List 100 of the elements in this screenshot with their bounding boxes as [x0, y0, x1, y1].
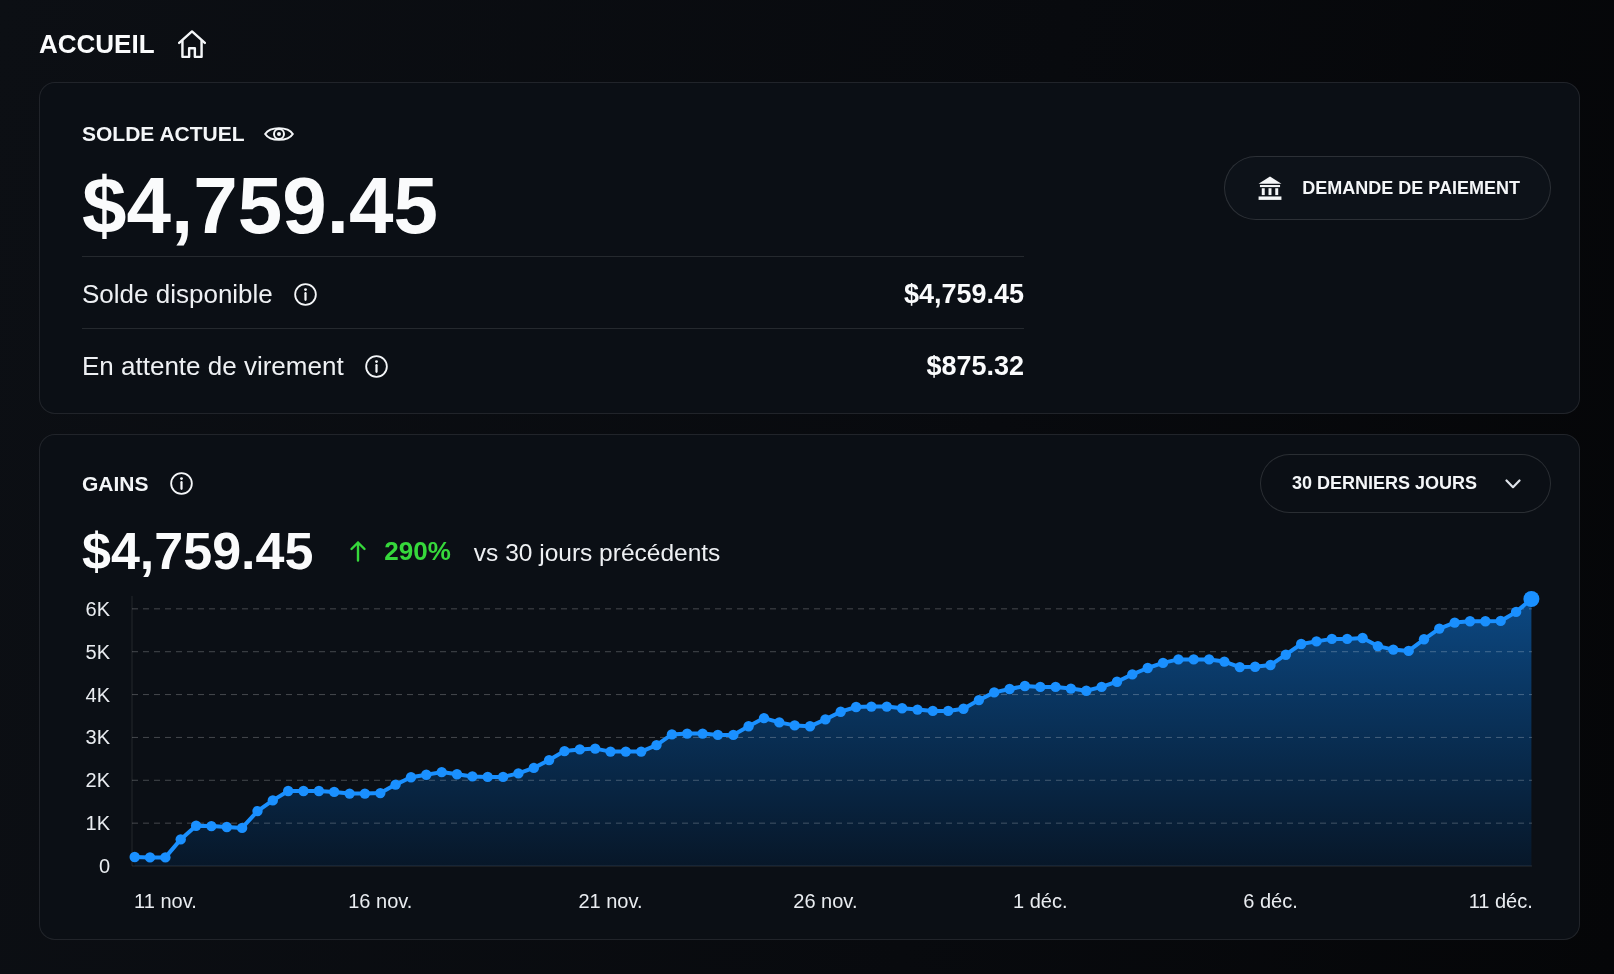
data-point: [758, 712, 770, 724]
data-point: [513, 768, 524, 779]
y-axis-label: 0: [98, 855, 110, 877]
data-point: [206, 820, 217, 832]
data-point: [835, 706, 846, 717]
data-point: [451, 769, 463, 780]
info-icon[interactable]: [169, 472, 193, 495]
data-point: [1173, 654, 1184, 665]
data-point: [175, 834, 186, 845]
data-point: [1357, 632, 1368, 644]
data-point: [1234, 661, 1245, 673]
row-value: $4,759.45: [903, 278, 1024, 310]
data-point: [497, 771, 509, 783]
earnings-amount: $4,759.45: [82, 521, 314, 581]
data-point: [590, 743, 601, 754]
data-point: [344, 788, 355, 799]
data-point: [221, 821, 232, 833]
data-point: [1403, 645, 1414, 657]
data-point: [1495, 615, 1506, 627]
data-point: [1111, 676, 1123, 687]
change-percent: 290%: [384, 535, 451, 567]
data-point: [958, 703, 969, 714]
data-point: [1296, 638, 1307, 650]
data-point: [1188, 654, 1199, 665]
data-point: [1523, 591, 1540, 607]
info-icon[interactable]: [293, 282, 317, 306]
data-point: [160, 852, 171, 863]
data-point: [267, 795, 278, 806]
data-point: [421, 769, 432, 780]
eye-icon[interactable]: [263, 124, 294, 144]
data-point: [1096, 681, 1107, 693]
y-axis-label: 6K: [85, 597, 110, 620]
chevron-down-icon: [1505, 478, 1521, 489]
data-point: [728, 729, 739, 741]
data-point: [896, 703, 908, 714]
data-point: [1219, 656, 1230, 667]
data-point: [973, 694, 985, 706]
data-point: [298, 785, 309, 797]
data-point: [129, 851, 140, 863]
data-point: [989, 687, 1000, 698]
card-title: GAINS: [82, 471, 149, 496]
data-point: [866, 701, 877, 712]
data-point: [912, 704, 923, 715]
data-point: [1342, 633, 1353, 645]
data-point: [636, 746, 647, 757]
data-point: [620, 746, 631, 757]
data-point: [313, 785, 325, 797]
x-axis-label: 16 nov.: [348, 890, 413, 912]
y-axis-label: 4K: [85, 683, 110, 706]
data-point: [743, 721, 754, 732]
data-point: [528, 762, 539, 774]
data-point: [697, 728, 708, 739]
row-value: $875.32: [926, 350, 1024, 382]
data-point: [1326, 633, 1338, 645]
data-point: [1127, 669, 1138, 680]
data-point: [329, 786, 340, 798]
data-point: [1449, 617, 1460, 628]
data-point: [682, 728, 693, 739]
y-axis-label: 1K: [85, 812, 110, 835]
data-point: [236, 822, 248, 834]
home-icon: [177, 30, 206, 58]
data-point: [405, 772, 417, 783]
y-axis-label: 2K: [85, 769, 110, 792]
x-axis-label: 1 déc.: [1013, 890, 1068, 912]
data-point: [467, 771, 478, 782]
data-point: [1434, 623, 1445, 634]
balance-amount: $4,759.45: [82, 166, 438, 246]
data-point: [804, 721, 816, 732]
card-title: SOLDE ACTUEL: [82, 122, 245, 146]
data-point: [605, 746, 616, 757]
data-point: [359, 788, 371, 799]
data-point: [1480, 616, 1491, 627]
x-axis-label: 11 nov.: [134, 890, 197, 912]
page-title: ACCUEIL: [39, 28, 155, 60]
y-axis-label: 5K: [85, 640, 110, 663]
data-point: [881, 701, 892, 712]
payment-request-button[interactable]: DEMANDE DE PAIEMENT: [1224, 156, 1551, 220]
bank-icon: [1258, 176, 1283, 200]
data-point: [1311, 636, 1322, 647]
data-point: [482, 771, 493, 783]
info-icon[interactable]: [364, 354, 388, 378]
data-point: [850, 701, 862, 713]
data-point: [1050, 681, 1061, 693]
data-point: [1418, 634, 1430, 645]
data-point: [927, 705, 938, 717]
data-point: [1280, 649, 1291, 660]
x-axis-label: 6 déc.: [1243, 890, 1298, 912]
data-point: [1019, 680, 1031, 692]
data-point: [559, 745, 570, 757]
data-point: [712, 729, 724, 741]
data-point: [1004, 683, 1015, 695]
data-point: [774, 717, 785, 728]
data-point: [436, 766, 447, 778]
data-point: [1035, 681, 1046, 693]
row-label: Solde disponible: [82, 278, 273, 310]
data-point: [943, 705, 954, 717]
y-axis-label: 3K: [85, 726, 110, 749]
period-dropdown[interactable]: 30 DERNIERS JOURS: [1259, 454, 1551, 513]
data-point: [252, 805, 263, 817]
data-point: [1065, 683, 1077, 694]
